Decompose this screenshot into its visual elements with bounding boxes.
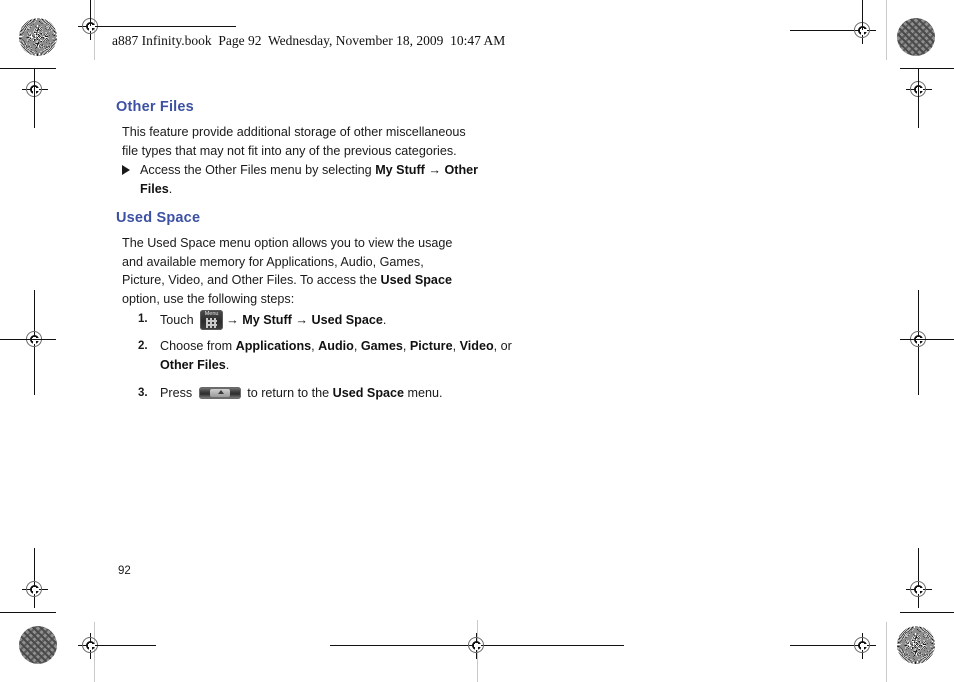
crop-rule	[34, 290, 36, 395]
bullet-arrow-glyph: →	[428, 163, 441, 177]
comma: ,	[353, 339, 361, 353]
bullet-bold-my-stuff: My Stuff	[375, 163, 425, 177]
crop-rule	[900, 612, 954, 614]
bullet-tail-text: .	[168, 181, 173, 196]
trim-guide-line	[886, 622, 887, 682]
used-space-paragraph-part2: option, use the following steps:	[122, 291, 295, 306]
crop-rule	[490, 645, 624, 647]
registration-target-icon	[850, 633, 876, 659]
menu-key-icon[interactable]: Menu	[200, 310, 224, 330]
menu-key-grid	[206, 318, 218, 328]
back-key-arrow-glyph	[217, 390, 224, 394]
trim-guide-line	[94, 622, 95, 682]
crop-rule	[790, 30, 850, 32]
trim-guide-line	[94, 0, 95, 60]
trim-guide-line	[477, 620, 478, 682]
step-3-number: 3.	[138, 387, 148, 399]
bullet-triangle-icon	[122, 165, 130, 175]
crop-rule	[900, 68, 954, 70]
crop-rule	[96, 26, 236, 28]
step-2-option-games: Games	[360, 339, 403, 353]
halftone-maze-icon	[897, 18, 935, 56]
step-2-number: 2.	[138, 340, 148, 352]
step-2-tail: .	[225, 357, 230, 372]
other-files-paragraph: This feature provide additional storage …	[122, 125, 466, 158]
halftone-starburst-icon	[19, 18, 57, 56]
step-2-option-other-files: Other Files	[160, 357, 226, 372]
step-3-tail: menu.	[404, 386, 443, 400]
bullet-lead-text: Access the Other Files menu by selecting	[140, 163, 376, 177]
crop-rule	[34, 548, 36, 608]
step-1-bold-my-stuff: My Stuff	[242, 313, 292, 327]
step-3-bold-used-space: Used Space	[332, 386, 405, 400]
crop-rule	[90, 0, 92, 26]
used-space-paragraph: The Used Space menu option allows you to…	[122, 234, 467, 308]
step-1-arrow-1: →	[226, 313, 239, 327]
crop-rule	[862, 0, 864, 30]
step-1-lead: Touch	[160, 313, 198, 327]
running-header: a887 Infinity.book Page 92 Wednesday, No…	[112, 33, 506, 48]
halftone-maze-icon	[19, 626, 57, 664]
crop-rule	[0, 68, 56, 70]
back-key-icon[interactable]	[198, 387, 241, 399]
step-2-option-applications: Applications	[235, 339, 312, 353]
step-2: 2. Choose from Applications, Audio, Games…	[130, 337, 520, 374]
step-3-mid: to return to the	[243, 386, 333, 400]
step-2-lead: Choose from	[160, 339, 236, 353]
crop-rule	[900, 339, 954, 341]
crop-rule	[0, 339, 56, 341]
menu-key-label: Menu	[204, 311, 219, 317]
other-files-bullet: Access the Other Files menu by selecting…	[120, 161, 485, 198]
crop-rule	[918, 290, 920, 395]
used-space-paragraph-bold: Used Space	[380, 273, 452, 287]
crop-rule	[96, 645, 156, 647]
step-2-option-audio: Audio	[318, 339, 354, 353]
comma: ,	[452, 339, 460, 353]
step-1-bold-used-space: Used Space	[311, 313, 383, 327]
step-2-option-picture: Picture	[409, 339, 453, 353]
section-heading-used-space: Used Space	[116, 210, 201, 226]
section-heading-other-files: Other Files	[116, 99, 194, 115]
step-2-conjunction: , or	[493, 339, 512, 353]
step-1-number: 1.	[138, 313, 148, 325]
crop-rule	[918, 68, 920, 128]
step-1-tail: .	[382, 313, 387, 327]
step-3-lead: Press	[160, 386, 196, 400]
crop-rule	[330, 645, 464, 647]
crop-rule	[790, 645, 850, 647]
step-1-arrow-2: →	[295, 313, 308, 327]
crop-rule	[34, 68, 36, 128]
step-3: 3. Press to return to the Used Space menu…	[130, 384, 520, 403]
halftone-starburst-icon	[897, 626, 935, 664]
step-1: 1. Touch Menu → My Stuff → Used Space.	[130, 310, 520, 330]
step-2-option-video: Video	[459, 339, 494, 353]
crop-rule	[918, 548, 920, 608]
page-number: 92	[118, 565, 131, 577]
comma: ,	[402, 339, 410, 353]
trim-guide-line	[886, 0, 887, 60]
crop-rule	[0, 612, 56, 614]
